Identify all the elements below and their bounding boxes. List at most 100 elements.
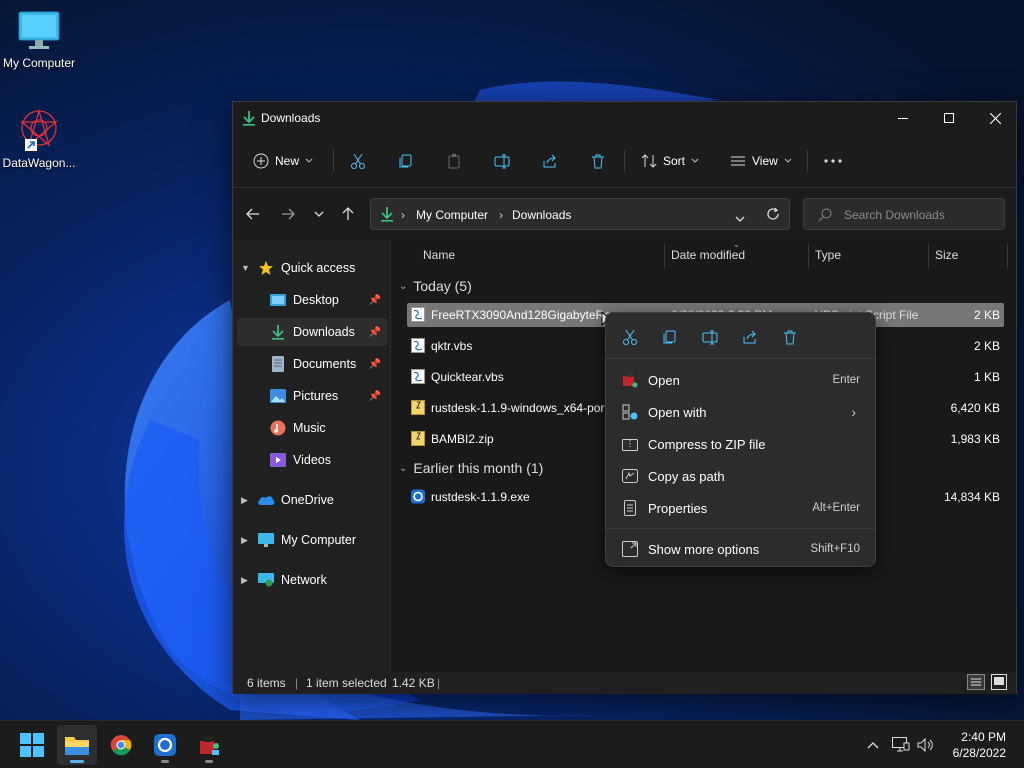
breadcrumb-separator-icon: › <box>499 208 503 222</box>
nav-item-pictures[interactable]: Pictures 📌 <box>237 382 387 410</box>
maximize-button[interactable] <box>926 102 972 134</box>
minimize-button[interactable] <box>880 102 926 134</box>
taskbar-rustdesk[interactable] <box>145 725 185 765</box>
context-delete-button[interactable] <box>780 327 800 347</box>
nav-label: Music <box>293 421 326 435</box>
nav-network[interactable]: ▶ Network <box>237 566 387 594</box>
context-menu-label: Show more options <box>648 542 760 557</box>
back-button[interactable] <box>241 202 265 226</box>
status-selected: 1 item selected <box>306 676 387 690</box>
scissors-icon <box>623 329 637 345</box>
recent-locations-button[interactable] <box>307 202 331 226</box>
column-header-name[interactable]: Name <box>423 248 455 262</box>
nav-item-videos[interactable]: Videos <box>237 446 387 474</box>
search-box[interactable]: Search Downloads <box>803 198 1005 230</box>
context-copy-button[interactable] <box>660 327 680 347</box>
chevron-down-icon: ⌄ <box>399 280 408 292</box>
pin-icon: 📌 <box>368 326 381 338</box>
forward-button[interactable] <box>276 202 300 226</box>
chevron-down-icon: ⌄ <box>399 462 408 474</box>
details-view-button[interactable] <box>967 674 985 693</box>
folder-icon <box>65 737 89 755</box>
file-name: qktr.vbs <box>431 339 473 353</box>
context-share-button[interactable] <box>740 327 760 347</box>
system-clock[interactable]: 2:40 PM 6/28/2022 <box>953 729 1006 761</box>
column-header-type[interactable]: Type <box>815 248 841 262</box>
rustdesk-app-icon <box>154 734 176 756</box>
arrow-left-icon <box>246 208 259 220</box>
column-header-date[interactable]: Date modified <box>671 248 745 262</box>
nav-item-downloads[interactable]: Downloads 📌 <box>237 318 387 346</box>
clock-time: 2:40 PM <box>961 730 1006 744</box>
nav-item-music[interactable]: Music <box>237 414 387 442</box>
context-menu-item-open-with[interactable]: Open with › <box>612 397 870 427</box>
group-header-today[interactable]: ⌄ Today (5) <box>399 278 472 294</box>
tiles-view-button[interactable] <box>991 674 1007 693</box>
sort-button[interactable]: Sort <box>641 148 699 174</box>
desktop-icon-my-computer[interactable]: My Computer <box>0 10 78 70</box>
breadcrumb-my-computer[interactable]: My Computer <box>416 208 488 222</box>
copy-button[interactable] <box>398 148 414 174</box>
desktop-icon-datawagon[interactable]: DataWagon... <box>0 108 78 170</box>
desktop-icon-label: My Computer <box>2 56 76 70</box>
open-with-icon <box>622 404 638 420</box>
close-button[interactable] <box>972 102 1018 134</box>
show-more-icon <box>622 541 638 557</box>
volume-tray-icon[interactable] <box>917 736 935 754</box>
start-button[interactable] <box>12 725 52 765</box>
column-header-size[interactable]: Size <box>935 248 958 262</box>
context-menu-item-show-more[interactable]: Show more options Shift+F10 <box>612 534 870 564</box>
more-options-button[interactable] <box>824 148 842 174</box>
clock-date: 6/28/2022 <box>952 746 1006 760</box>
sort-label: Sort <box>663 154 686 168</box>
taskbar-chrome[interactable] <box>101 725 141 765</box>
file-size: 14,834 KB <box>943 490 1000 504</box>
new-button[interactable]: New <box>253 148 313 174</box>
taskbar-datawagon-app[interactable] <box>189 725 229 765</box>
nav-my-computer[interactable]: ▶ My Computer <box>237 526 387 554</box>
arrow-up-icon <box>342 207 354 220</box>
share-button[interactable] <box>542 148 558 174</box>
nav-label: Downloads <box>293 325 355 339</box>
chevron-right-icon: ▶ <box>241 494 248 505</box>
vbscript-file-icon <box>411 338 425 353</box>
monitor-icon <box>257 532 275 548</box>
context-menu-item-open[interactable]: Open Enter <box>612 365 870 395</box>
pin-icon: 📌 <box>368 358 381 370</box>
context-menu-shortcut: Enter <box>832 374 861 386</box>
rename-button[interactable] <box>494 148 510 174</box>
show-hidden-icons-button[interactable] <box>864 736 882 754</box>
title-bar[interactable]: Downloads <box>233 102 1016 134</box>
nav-item-desktop[interactable]: Desktop 📌 <box>237 286 387 314</box>
picture-icon <box>269 388 287 404</box>
context-menu-item-compress[interactable]: Compress to ZIP file <box>612 429 870 459</box>
context-menu-item-copy-path[interactable]: Copy as path <box>612 461 870 491</box>
context-cut-button[interactable] <box>620 327 640 347</box>
view-label: View <box>752 154 778 168</box>
nav-quick-access[interactable]: ▼ Quick access <box>237 254 387 282</box>
nav-label: Quick access <box>281 261 356 275</box>
context-menu-label: Open with <box>648 405 707 420</box>
up-button[interactable] <box>336 202 360 226</box>
network-icon <box>257 572 275 588</box>
nav-onedrive[interactable]: ▶ OneDrive <box>237 486 387 514</box>
paste-button[interactable] <box>446 148 462 174</box>
cut-button[interactable] <box>350 148 366 174</box>
refresh-icon[interactable] <box>766 207 780 224</box>
context-menu-item-properties[interactable]: Properties Alt+Enter <box>612 493 870 523</box>
address-bar[interactable]: › My Computer › Downloads <box>370 198 790 230</box>
group-header-earlier-this-month[interactable]: ⌄ Earlier this month (1) <box>399 460 543 476</box>
delete-button[interactable] <box>590 148 606 174</box>
breadcrumb-downloads[interactable]: Downloads <box>512 208 571 222</box>
taskbar-file-explorer[interactable] <box>57 725 97 765</box>
network-tray-icon[interactable] <box>892 736 910 754</box>
chevron-right-icon: › <box>851 404 856 420</box>
nav-item-documents[interactable]: Documents 📌 <box>237 350 387 378</box>
trash-icon <box>784 330 796 345</box>
rustdesk-app-icon <box>411 489 425 504</box>
context-rename-button[interactable] <box>700 327 720 347</box>
address-history-chevron-icon[interactable] <box>735 211 745 225</box>
chevron-down-icon <box>314 211 324 217</box>
rename-icon <box>702 330 718 345</box>
view-button[interactable]: View <box>730 148 792 174</box>
